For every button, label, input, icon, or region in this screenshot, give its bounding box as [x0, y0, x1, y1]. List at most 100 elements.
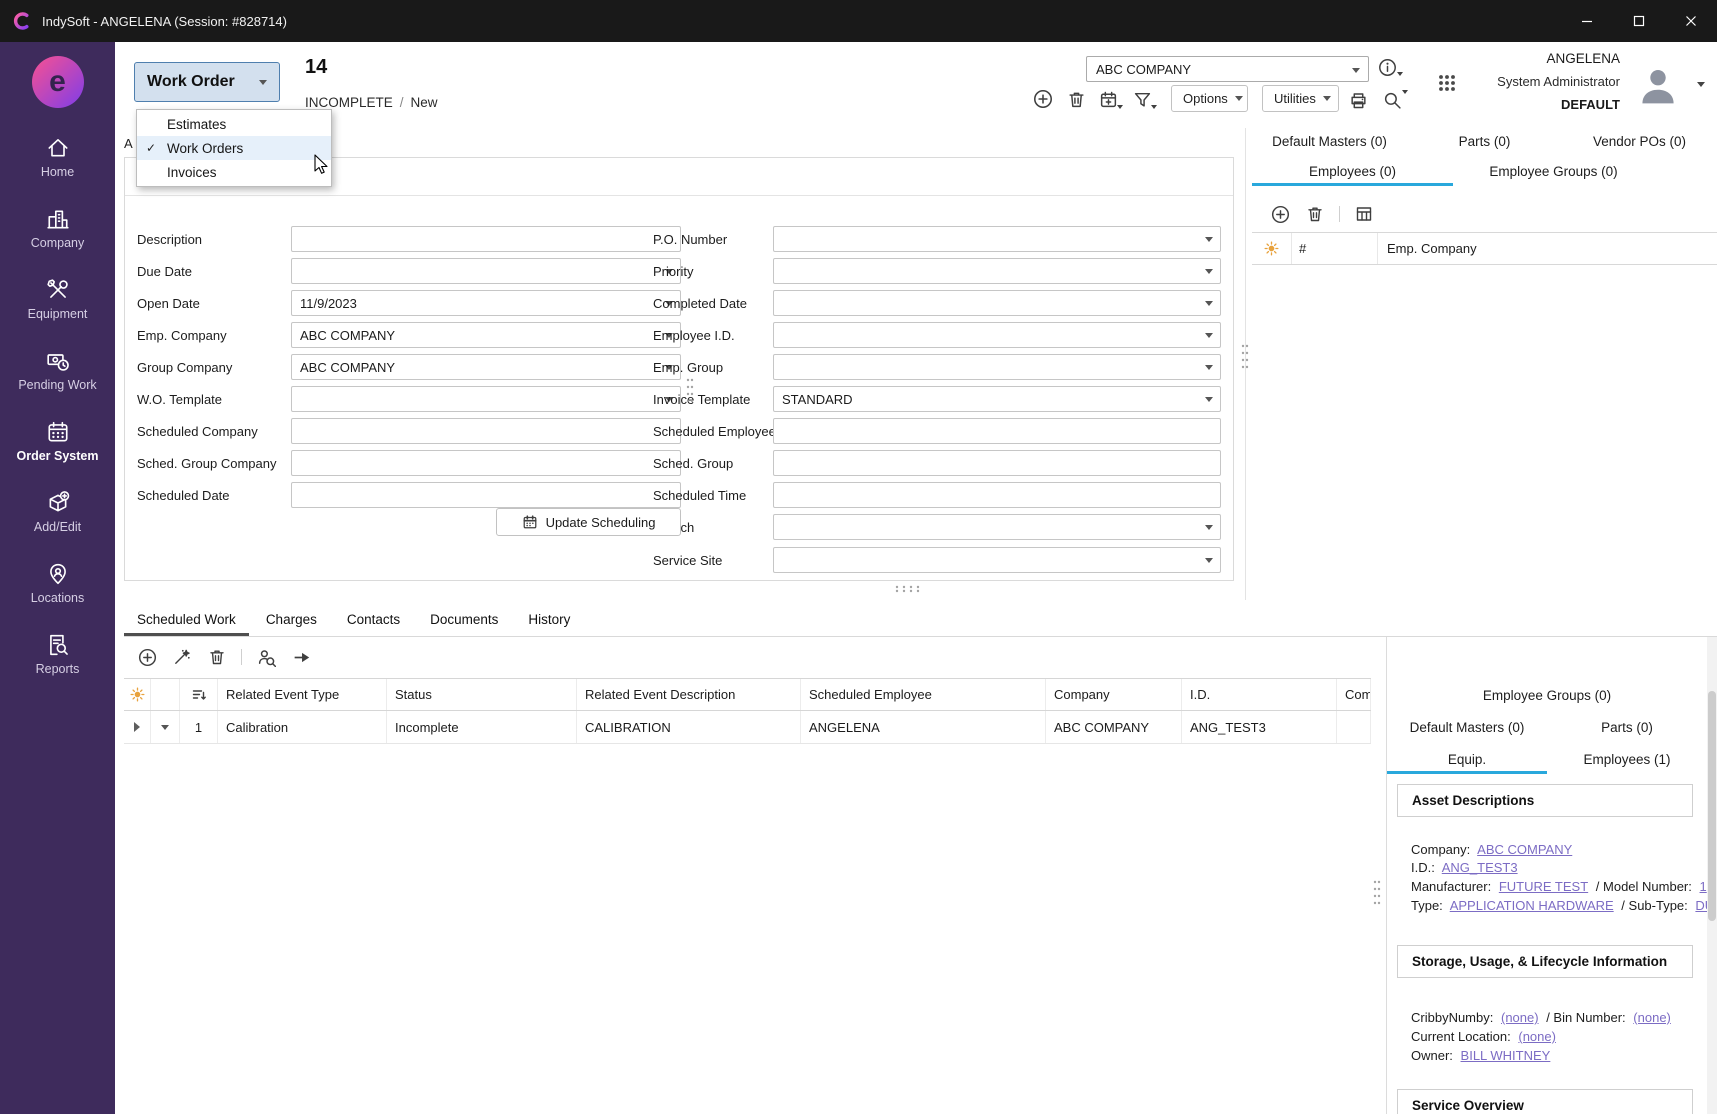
delete-scheduled-work-button[interactable] — [206, 646, 228, 668]
apps-grid-button[interactable] — [1434, 70, 1460, 96]
scheduled-date-input[interactable] — [291, 482, 681, 508]
panel-splitter-handle[interactable] — [1240, 342, 1250, 370]
branch-combobox[interactable] — [773, 514, 1221, 540]
scheduled-employee-input[interactable] — [773, 418, 1221, 444]
order-type-dropdown-button[interactable]: Work Order — [134, 62, 280, 102]
completed-date-combobox[interactable] — [773, 290, 1221, 316]
column-header-event-type[interactable]: Related Event Type — [218, 679, 387, 710]
sched-group-company-input[interactable] — [291, 450, 681, 476]
due-date-combobox[interactable] — [291, 258, 681, 284]
sidebar-item-order-system[interactable]: Order System — [0, 406, 115, 477]
maximize-button[interactable] — [1613, 0, 1665, 42]
tab-documents[interactable]: Documents — [417, 605, 511, 636]
emp-company-column-header[interactable]: Emp. Company — [1378, 241, 1717, 256]
options-column-header[interactable] — [124, 679, 151, 710]
tab-employee-groups[interactable]: Employee Groups (0) — [1453, 156, 1654, 186]
menu-item-work-orders[interactable]: ✓ Work Orders — [137, 136, 331, 160]
sidebar-item-company[interactable]: Company — [0, 193, 115, 264]
manufacturer-link[interactable]: FUTURE TEST — [1499, 879, 1588, 894]
company-filter-combobox[interactable]: ABC COMPANY — [1086, 56, 1369, 82]
scheduled-company-input[interactable] — [291, 418, 681, 444]
menu-item-invoices[interactable]: Invoices — [137, 160, 331, 184]
asset-id-link[interactable]: ANG_TEST3 — [1442, 860, 1518, 875]
info-button[interactable] — [1376, 56, 1398, 78]
column-header-id[interactable]: I.D. — [1182, 679, 1337, 710]
tab-contacts[interactable]: Contacts — [334, 605, 413, 636]
po-number-combobox[interactable] — [773, 226, 1221, 252]
delete-employee-button[interactable] — [1304, 203, 1326, 225]
row-expander[interactable] — [124, 711, 151, 743]
delete-record-button[interactable] — [1065, 88, 1087, 110]
sidebar-item-add-edit[interactable]: Add/Edit — [0, 477, 115, 548]
form-splitter-handle[interactable] — [893, 584, 921, 594]
current-location-link[interactable]: (none) — [1518, 1029, 1556, 1044]
sched-group-input[interactable] — [773, 450, 1221, 476]
user-avatar[interactable] — [1635, 60, 1681, 108]
column-header-description[interactable]: Related Event Description — [577, 679, 801, 710]
scheduled-time-input[interactable] — [773, 482, 1221, 508]
column-header-com-truncated[interactable]: Com — [1337, 679, 1371, 710]
sidebar-item-home[interactable]: Home — [0, 122, 115, 193]
column-header-status[interactable]: Status — [387, 679, 577, 710]
tab-scheduled-work[interactable]: Scheduled Work — [124, 605, 249, 636]
add-employee-button[interactable] — [1269, 203, 1291, 225]
tab-charges[interactable]: Charges — [253, 605, 330, 636]
sidebar-item-pending-work[interactable]: Pending Work — [0, 335, 115, 406]
options-button[interactable]: Options — [1171, 85, 1248, 112]
update-scheduling-button[interactable]: Update Scheduling — [496, 508, 681, 536]
emp-company-combobox[interactable]: ABC COMPANY — [291, 322, 681, 348]
tab-parts[interactable]: Parts (0) — [1547, 713, 1707, 742]
menu-item-estimates[interactable]: Estimates — [137, 112, 331, 136]
cribby-link[interactable]: (none) — [1501, 1010, 1539, 1025]
priority-combobox[interactable] — [773, 258, 1221, 284]
print-button[interactable] — [1347, 89, 1369, 111]
tab-equip[interactable]: Equip. — [1387, 745, 1547, 774]
sidebar-item-reports[interactable]: Reports — [0, 619, 115, 690]
add-record-button[interactable] — [1032, 88, 1054, 110]
schedule-button[interactable] — [1097, 88, 1119, 110]
send-forward-button[interactable] — [290, 646, 312, 668]
tab-vendor-pos[interactable]: Vendor POs (0) — [1562, 126, 1717, 156]
column-header-company[interactable]: Company — [1046, 679, 1182, 710]
sidebar-item-equipment[interactable]: Equipment — [0, 264, 115, 335]
owner-link[interactable]: BILL WHITNEY — [1461, 1048, 1551, 1063]
find-employee-button[interactable] — [255, 646, 277, 668]
group-company-combobox[interactable]: ABC COMPANY — [291, 354, 681, 380]
auto-assign-button[interactable] — [171, 646, 193, 668]
asset-panel-splitter-handle[interactable] — [1372, 878, 1382, 906]
tab-history[interactable]: History — [515, 605, 583, 636]
tab-employee-groups[interactable]: Employee Groups (0) — [1387, 681, 1707, 710]
sort-column-header[interactable] — [180, 679, 218, 710]
column-splitter-handle[interactable] — [685, 376, 695, 404]
open-date-combobox[interactable]: 11/9/2023 — [291, 290, 681, 316]
table-row[interactable]: 1 Calibration Incomplete CALIBRATION ANG… — [124, 711, 1371, 744]
emp-group-combobox[interactable] — [773, 354, 1221, 380]
number-column-header[interactable]: # — [1292, 233, 1378, 264]
model-number-link[interactable]: 1 — [1700, 879, 1707, 894]
sidebar-item-locations[interactable]: Locations — [0, 548, 115, 619]
tab-employees[interactable]: Employees (0) — [1252, 156, 1453, 186]
invoice-template-combobox[interactable]: STANDARD — [773, 386, 1221, 412]
bin-number-link[interactable]: (none) — [1633, 1010, 1671, 1025]
type-link[interactable]: APPLICATION HARDWARE — [1450, 898, 1614, 913]
service-site-combobox[interactable] — [773, 547, 1221, 573]
grid-view-button[interactable] — [1353, 203, 1375, 225]
advanced-search-button[interactable] — [1381, 89, 1403, 111]
filter-button[interactable] — [1131, 88, 1153, 110]
tab-default-masters[interactable]: Default Masters (0) — [1387, 713, 1547, 742]
description-input[interactable] — [291, 226, 681, 252]
tab-employees[interactable]: Employees (1) — [1547, 745, 1707, 774]
tab-default-masters[interactable]: Default Masters (0) — [1252, 126, 1407, 156]
options-column-header[interactable] — [1252, 233, 1292, 264]
close-button[interactable] — [1665, 0, 1717, 42]
asset-panel-scrollbar[interactable] — [1707, 637, 1717, 1114]
user-menu-chevron-icon[interactable] — [1697, 82, 1705, 87]
utilities-button[interactable]: Utilities — [1262, 85, 1339, 112]
minimize-button[interactable] — [1561, 0, 1613, 42]
add-scheduled-work-button[interactable] — [136, 646, 158, 668]
employee-id-combobox[interactable] — [773, 322, 1221, 348]
subtype-link[interactable]: DU — [1695, 898, 1707, 913]
scrollbar-thumb[interactable] — [1708, 691, 1716, 921]
tab-parts[interactable]: Parts (0) — [1407, 126, 1562, 156]
company-link[interactable]: ABC COMPANY — [1477, 842, 1572, 857]
